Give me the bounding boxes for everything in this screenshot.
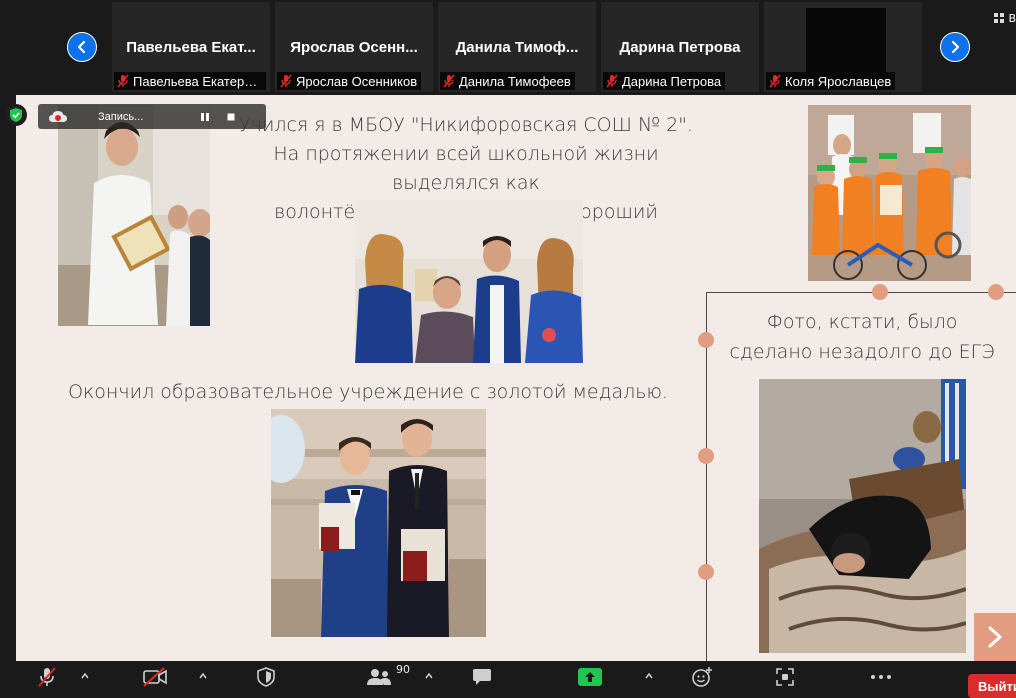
view-button[interactable]: В — [989, 8, 1016, 28]
participants-count: 90 — [396, 662, 410, 676]
photo-children-group — [808, 105, 971, 281]
meeting-toolbar: 90 — [0, 661, 1016, 693]
security-button[interactable] — [254, 665, 278, 689]
chat-button[interactable] — [470, 665, 494, 689]
timeline-line — [706, 292, 1016, 293]
share-screen-icon — [578, 668, 602, 686]
participant-tile[interactable]: Дарина Петрова Дарина Петрова — [601, 2, 759, 92]
participant-caption-text: Ярослав Осенников — [296, 73, 418, 89]
pause-recording-button[interactable] — [196, 108, 214, 126]
share-screen-button[interactable] — [577, 665, 603, 689]
more-dots-icon — [871, 675, 891, 679]
participant-caption-text: Коля Ярославцев — [785, 73, 892, 89]
participants-button[interactable]: 90 — [364, 662, 412, 689]
participant-caption-text: Павельева Екатерин... — [133, 73, 262, 89]
view-button-label: В — [1008, 11, 1016, 25]
next-slide-button[interactable] — [974, 613, 1016, 661]
chevron-left-icon — [77, 40, 86, 54]
next-participants-button[interactable] — [940, 32, 970, 62]
mic-muted-icon — [443, 74, 455, 88]
slide-top-line: Учился я в МБОУ "Никифоровская СОШ № 2". — [239, 114, 693, 136]
cloud-record-icon — [49, 110, 67, 122]
participant-video — [806, 8, 886, 72]
participant-caption: Данила Тимофеев — [440, 72, 575, 90]
timeline-dot — [872, 284, 888, 300]
mic-muted-icon — [38, 667, 56, 687]
caret-up-icon[interactable] — [644, 671, 654, 681]
participant-caption: Павельева Екатерин... — [114, 72, 266, 90]
chevron-right-icon — [951, 40, 960, 54]
chevron-right-icon — [988, 626, 1002, 648]
grid-icon — [994, 13, 1005, 23]
participant-tile[interactable]: Данила Тимоф... Данила Тимофеев — [438, 2, 596, 92]
participant-strip: Павельева Екат... Павельева Екатерин... … — [0, 0, 1016, 95]
photo-before-exam — [759, 379, 966, 653]
slide-middle-text: Окончил образовательное учреждение с зол… — [68, 381, 668, 403]
encryption-badge[interactable] — [5, 104, 27, 126]
caret-up-icon[interactable] — [80, 671, 90, 681]
timeline-dot — [698, 564, 714, 580]
mic-muted-icon — [769, 74, 781, 88]
mic-muted-icon — [117, 74, 129, 88]
stop-icon — [227, 113, 235, 120]
photo-volunteers — [355, 199, 583, 363]
photo-graduates-medal — [271, 409, 486, 637]
unmute-button[interactable] — [34, 665, 60, 689]
leave-meeting-button[interactable]: Выйти — [968, 674, 1016, 698]
shield-check-icon — [10, 108, 22, 122]
participant-name: Павельева Екат... — [126, 39, 256, 56]
shield-icon — [257, 667, 275, 687]
mic-muted-icon — [280, 74, 292, 88]
recording-indicator: Запись... — [38, 104, 266, 129]
slide-right-caption-line: Фото, кстати, было — [766, 311, 958, 333]
slide-top-line: На протяжении всей школьной жизни выделя… — [273, 143, 659, 194]
pause-icon — [201, 112, 209, 121]
apps-icon — [776, 668, 794, 686]
apps-button[interactable] — [773, 665, 797, 689]
slide-right-caption-line: сделано незадолго до ЕГЭ — [729, 341, 995, 363]
participant-caption: Дарина Петрова — [603, 72, 726, 90]
participant-tile[interactable]: Ярослав Осенн... Ярослав Осенников — [275, 2, 433, 92]
participant-name: Ярослав Осенн... — [290, 39, 418, 56]
participant-name: Дарина Петрова — [619, 39, 741, 56]
start-video-button[interactable] — [141, 665, 169, 689]
participants-icon — [367, 669, 391, 685]
slide-right-caption: Фото, кстати, было сделано незадолго до … — [712, 307, 1012, 367]
reactions-button[interactable] — [689, 665, 715, 689]
emoji-add-icon — [692, 667, 712, 687]
prev-participants-button[interactable] — [67, 32, 97, 62]
camera-off-icon — [143, 667, 167, 687]
participant-tile[interactable]: Павельева Екат... Павельева Екатерин... — [112, 2, 270, 92]
participant-caption: Ярослав Осенников — [277, 72, 422, 90]
participant-tile[interactable]: Коля Ярославцев — [764, 2, 922, 92]
caret-up-icon[interactable] — [424, 671, 434, 681]
mic-muted-icon — [606, 74, 618, 88]
timeline-dot — [698, 448, 714, 464]
photo-student-certificate — [58, 105, 210, 326]
participant-caption: Коля Ярославцев — [766, 72, 896, 90]
timeline-dot — [988, 284, 1004, 300]
participant-caption-text: Данила Тимофеев — [459, 73, 571, 89]
leave-label: Выйти — [978, 678, 1016, 694]
chat-icon — [473, 669, 491, 685]
recording-label: Запись... — [98, 110, 144, 123]
shared-screen-slide: Запись... Учился я в МБОУ "Никифоровская… — [16, 95, 1016, 661]
participant-name: Данила Тимоф... — [455, 39, 579, 56]
participant-caption-text: Дарина Петрова — [622, 73, 722, 89]
more-button[interactable] — [868, 665, 894, 689]
caret-up-icon[interactable] — [198, 671, 208, 681]
